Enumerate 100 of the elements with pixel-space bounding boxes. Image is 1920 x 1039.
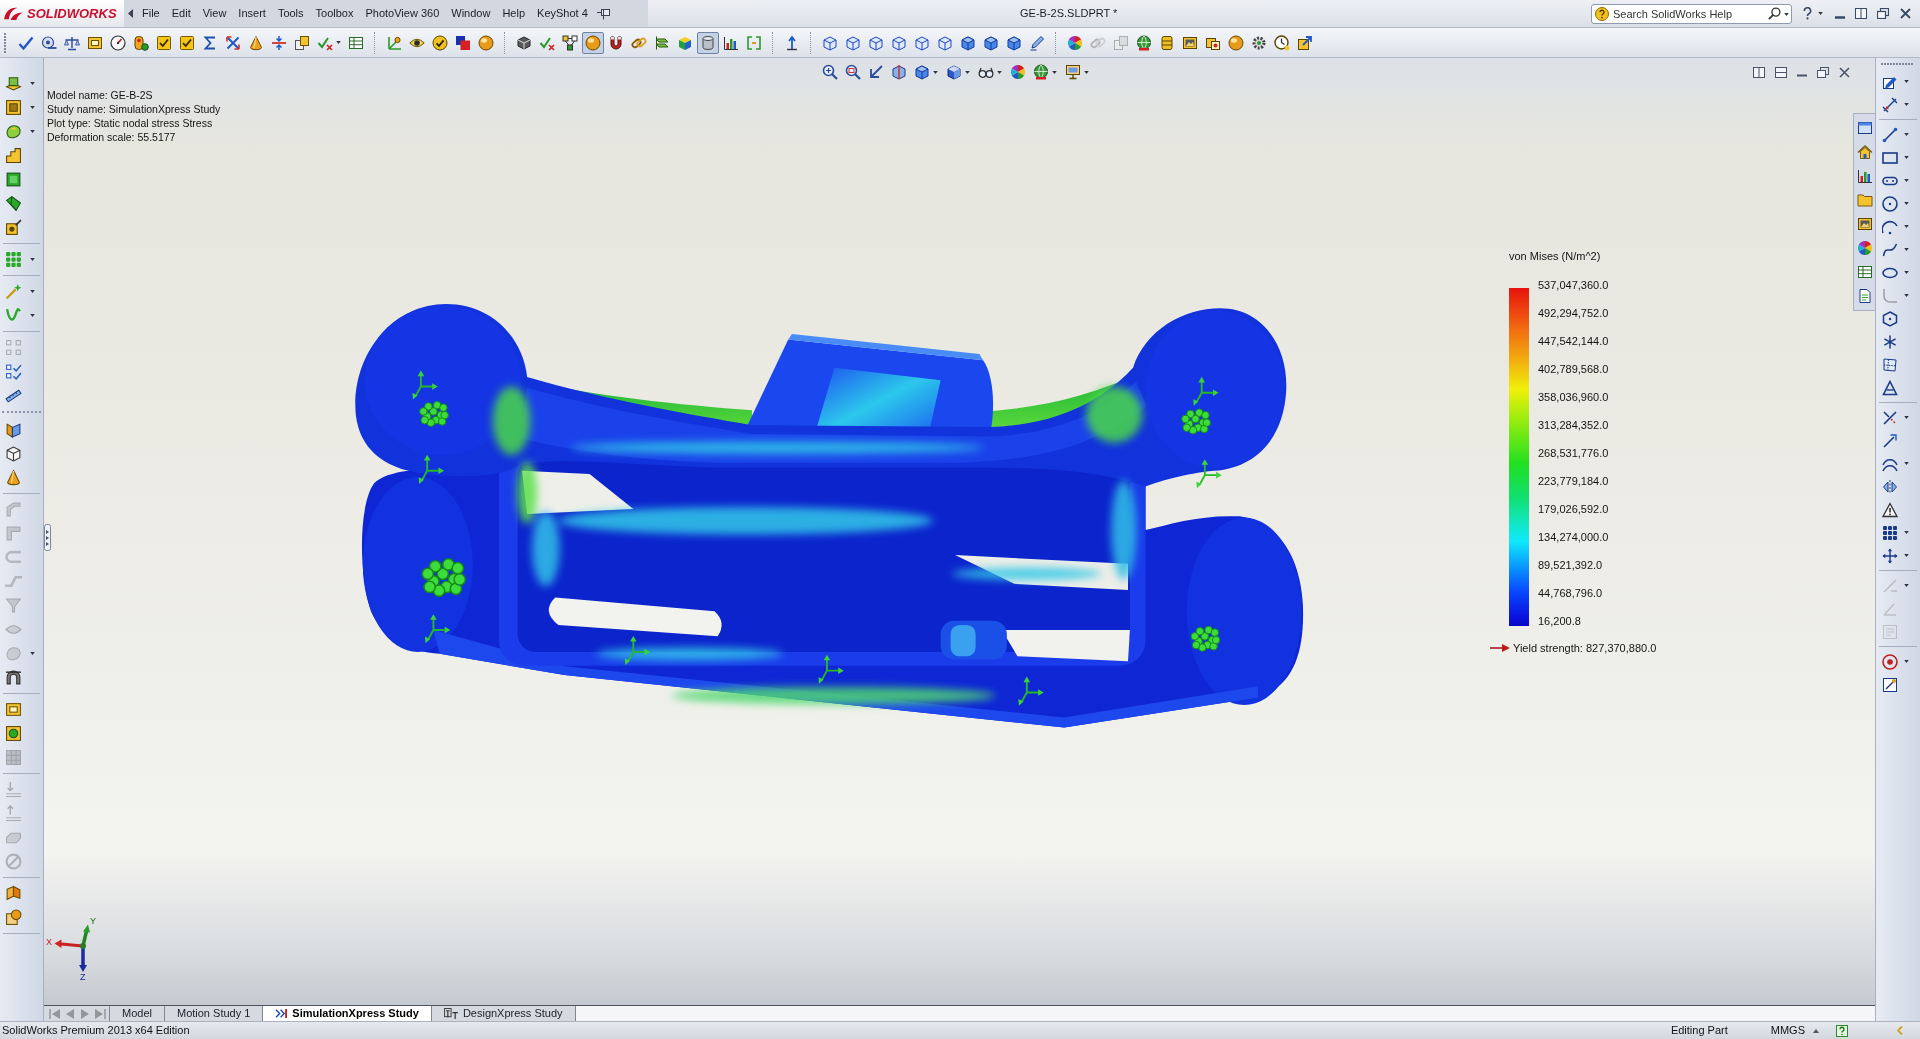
search-icon[interactable] (1768, 6, 1781, 20)
sigma-icon[interactable] (201, 34, 218, 51)
dropdown-caret-icon[interactable] (1904, 133, 1909, 136)
dropdown-caret-icon[interactable] (1904, 156, 1909, 159)
cylinder-icon[interactable] (696, 31, 719, 54)
menu-item[interactable]: KeyShot 4 (531, 8, 594, 19)
square-diagonal-icon[interactable] (1882, 676, 1898, 693)
balance-scale-icon[interactable] (63, 34, 80, 51)
study-tab[interactable]: Model (110, 1006, 165, 1021)
asterisk-icon[interactable] (1882, 333, 1898, 350)
table-icon[interactable] (1856, 264, 1873, 280)
units-selector[interactable]: MMGS (1770, 1025, 1805, 1036)
sphere-box-icon[interactable] (5, 908, 22, 926)
clock-icon[interactable] (1273, 34, 1290, 51)
dropdown-caret-icon[interactable] (30, 129, 35, 133)
dropdown-caret-icon[interactable] (30, 651, 35, 655)
dropdown-caret-icon[interactable] (1084, 70, 1089, 74)
tile-windows-icon[interactable] (1753, 67, 1765, 78)
blob-icon[interactable] (5, 122, 22, 140)
move-arrows-icon[interactable] (1882, 547, 1898, 564)
block-icon[interactable] (5, 74, 22, 92)
dropdown-caret-icon[interactable] (336, 41, 341, 44)
dot-grid-icon[interactable] (5, 250, 22, 268)
dropdown-caret-icon[interactable] (1818, 12, 1823, 15)
dropdown-caret-icon[interactable] (30, 289, 35, 293)
check-mark-icon[interactable] (17, 34, 34, 51)
collapse-arrow-icon[interactable] (127, 9, 133, 18)
section-cube-icon[interactable] (890, 64, 907, 80)
dropdown-caret-icon[interactable] (1904, 294, 1909, 297)
bar-chart-icon[interactable] (1856, 168, 1873, 184)
tape-measure-icon[interactable] (40, 34, 57, 51)
dropdown-caret-icon[interactable] (1904, 202, 1909, 205)
menu-item[interactable]: File (136, 8, 166, 19)
cube-icon[interactable] (5, 170, 22, 188)
cone-icon[interactable] (247, 34, 264, 51)
study-tab[interactable]: Motion Study 1 (164, 1006, 264, 1021)
color-wheel-icon[interactable] (1066, 34, 1083, 51)
folder-icon[interactable] (1856, 192, 1873, 208)
arch-icon[interactable] (5, 668, 22, 686)
indicator-icon[interactable] (132, 34, 149, 51)
dropdown-caret-icon[interactable] (1904, 531, 1909, 534)
target-icon[interactable] (1882, 653, 1898, 670)
tile-windows-icon[interactable] (1855, 8, 1867, 19)
crossed-lines-icon[interactable] (1882, 409, 1898, 426)
dropdown-caret-icon[interactable] (1904, 584, 1909, 587)
box-arrow-icon[interactable] (1296, 34, 1313, 51)
dropdown-caret-icon[interactable] (30, 313, 35, 317)
dropdown-caret-icon[interactable] (30, 105, 35, 109)
help-icon[interactable] (1803, 7, 1812, 20)
color-wheel-icon[interactable] (1009, 64, 1026, 80)
dropdown-caret-icon[interactable] (933, 70, 938, 74)
box-icon[interactable] (5, 98, 22, 116)
globe-icon[interactable] (1135, 34, 1152, 51)
folded-sheet-icon[interactable] (5, 884, 22, 902)
window-panel-icon[interactable] (1856, 120, 1873, 136)
bar-chart-icon[interactable] (722, 34, 739, 51)
menu-item[interactable]: View (196, 8, 233, 19)
dropdown-caret-icon[interactable] (1784, 12, 1789, 16)
dropdown-caret-icon[interactable] (1904, 225, 1909, 228)
menu-item[interactable]: PhotoView 360 (359, 8, 446, 19)
picture-icon[interactable] (1856, 216, 1873, 232)
menu-item[interactable]: Toolbox (309, 8, 360, 19)
dropdown-caret-icon[interactable] (997, 70, 1002, 74)
dropdown-caret-icon[interactable] (30, 257, 35, 261)
cylinder-stack-icon[interactable] (1158, 34, 1175, 51)
check-box-icon[interactable] (178, 34, 195, 51)
sphere-icon[interactable] (1227, 34, 1244, 51)
folded-sheet-icon[interactable] (5, 420, 22, 438)
nodes-icon[interactable] (561, 34, 578, 51)
tile-windows-icon[interactable] (1775, 67, 1787, 78)
cube-icon[interactable] (959, 34, 976, 51)
dropdown-caret-icon[interactable] (1904, 271, 1909, 274)
dropdown-caret-icon[interactable] (965, 70, 970, 74)
dropdown-caret-icon[interactable] (1052, 70, 1057, 74)
sphere-icon[interactable] (477, 34, 494, 51)
document-icon[interactable] (1856, 288, 1873, 304)
arc-icon[interactable] (1882, 218, 1898, 235)
pin-icon[interactable] (596, 7, 611, 20)
mirror-icon[interactable] (1882, 478, 1898, 495)
circle-icon[interactable] (1882, 195, 1898, 212)
search-field[interactable]: Search SolidWorks Help (1591, 3, 1792, 24)
stacked-boxes-icon[interactable] (293, 34, 310, 51)
arrow-icon[interactable] (867, 64, 884, 80)
color-cube-icon[interactable] (676, 34, 693, 51)
diagonal-arrow-icon[interactable] (1882, 432, 1898, 449)
menu-item[interactable]: Insert (232, 8, 272, 19)
gear-icon[interactable] (1250, 34, 1267, 51)
triangle-icon[interactable] (1882, 379, 1898, 396)
restore-icon[interactable] (1877, 8, 1889, 19)
picture-icon[interactable] (1181, 34, 1198, 51)
globe-icon[interactable] (1033, 64, 1049, 80)
stepped-block-icon[interactable] (5, 146, 22, 164)
cone-icon[interactable] (5, 468, 22, 486)
close-icon[interactable] (1839, 67, 1850, 78)
dropdown-caret-icon[interactable] (1904, 248, 1909, 251)
box-icon[interactable] (5, 700, 22, 718)
restore-icon[interactable] (1817, 67, 1829, 78)
split-arrows-icon[interactable] (270, 34, 287, 51)
dimension-icon[interactable] (1882, 96, 1898, 113)
caret-up-icon[interactable] (1813, 1028, 1819, 1033)
